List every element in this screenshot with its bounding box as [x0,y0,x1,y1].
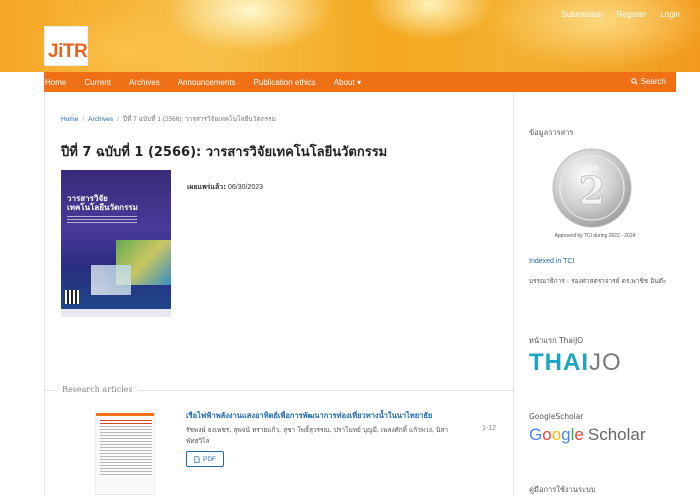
cover-photo-secondary [91,265,131,295]
search-icon [630,78,638,85]
nav-publication-ethics[interactable]: Publication ethics [254,78,316,87]
register-link[interactable]: Register [617,10,647,19]
logo-text: JiTR [48,41,88,62]
breadcrumb-archives[interactable]: Archives [88,116,113,123]
breadcrumb: Home / Archives / ปีที่ 7 ฉบับที่ 1 (2566): … [61,116,276,123]
tci-tier-badge: TIER 2 [552,148,632,228]
nav-about[interactable]: About ▾ [334,78,361,87]
pdf-download-button[interactable]: PDF [186,451,224,467]
thaijo-heading: หน้าแรก ThaiJO [529,336,584,345]
cover-subtitle-lines [67,216,137,226]
gscholar-heading: GoogleScholar [529,412,584,421]
breadcrumb-current: ปีที่ 7 ฉบับที่ 1 (2566): วารสารวิจัยเทค… [122,116,276,123]
svg-text:2: 2 [579,168,605,213]
breadcrumb-home[interactable]: Home [61,116,78,123]
article-thumbnail[interactable] [95,411,155,495]
editor-info: บรรณาธิการ : รองศาสตราจารย์ ดร.พาชิช อิน… [529,277,667,285]
login-link[interactable]: Login [660,10,680,19]
nav-archives[interactable]: Archives [129,78,160,87]
page-title: ปีที่ 7 ฉบับที่ 1 (2566): วารสารวิจัยเทค… [61,145,388,160]
site-logo[interactable]: JiTR [44,26,88,66]
issue-cover-image[interactable]: วารสารวิจัย เทคโนโลยีนวัตกรรม [61,170,171,317]
indexed-in-tci-link[interactable]: Indexed in TCI [529,258,574,265]
published-value: 06/30/2023 [227,184,264,191]
article-title-link[interactable]: เรือไฟฟ้าพลังงานแสงอาทิตย์เพื่อการพัฒนาก… [186,410,432,422]
submission-link[interactable]: Submission [561,10,602,19]
search-button[interactable]: Search [630,77,666,86]
manual-heading: คู่มือการใช้งานระบบ [529,485,596,494]
nav-home[interactable]: Home [45,78,66,87]
thaijo-logo[interactable]: THAIJO [529,349,622,377]
cover-footer-band [61,309,171,317]
published-date: เผยแพร่แล้ว: 06/30/2023 [187,182,263,193]
badge-caption: Approved by TCI during 2022 - 2024 [554,233,636,239]
google-scholar-logo[interactable]: Google Scholar [529,425,646,445]
sidebar: ข้อมูลวารสาร TIER 2 Approved by TCI duri… [515,92,700,495]
nav-current[interactable]: Current [84,78,111,87]
cover-qr-code [65,290,79,304]
journal-info-heading: ข้อมูลวารสาร [529,128,574,137]
article-authors: รัชพงษ์ ธงเพชร, สุพจน์ ทรายแก้ว, สุชา โพ… [186,426,449,445]
nav-announcements[interactable]: Announcements [178,78,236,87]
main-content: Home / Archives / ปีที่ 7 ฉบับที่ 1 (2566): … [44,92,515,495]
user-nav: Submission Register Login [561,10,680,19]
published-label: เผยแพร่แล้ว: [187,183,227,191]
cover-title: วารสารวิจัย เทคโนโลยีนวัตกรรม [67,194,138,212]
pdf-label: PDF [203,455,216,463]
search-label: Search [640,77,666,86]
file-icon [194,455,200,463]
article-pages: 1-12 [482,425,497,432]
primary-nav: Home Current Archives Announcements Publ… [44,72,676,92]
site-header: JiTR Submission Register Login [0,0,700,72]
section-title: Research articles [57,385,138,394]
